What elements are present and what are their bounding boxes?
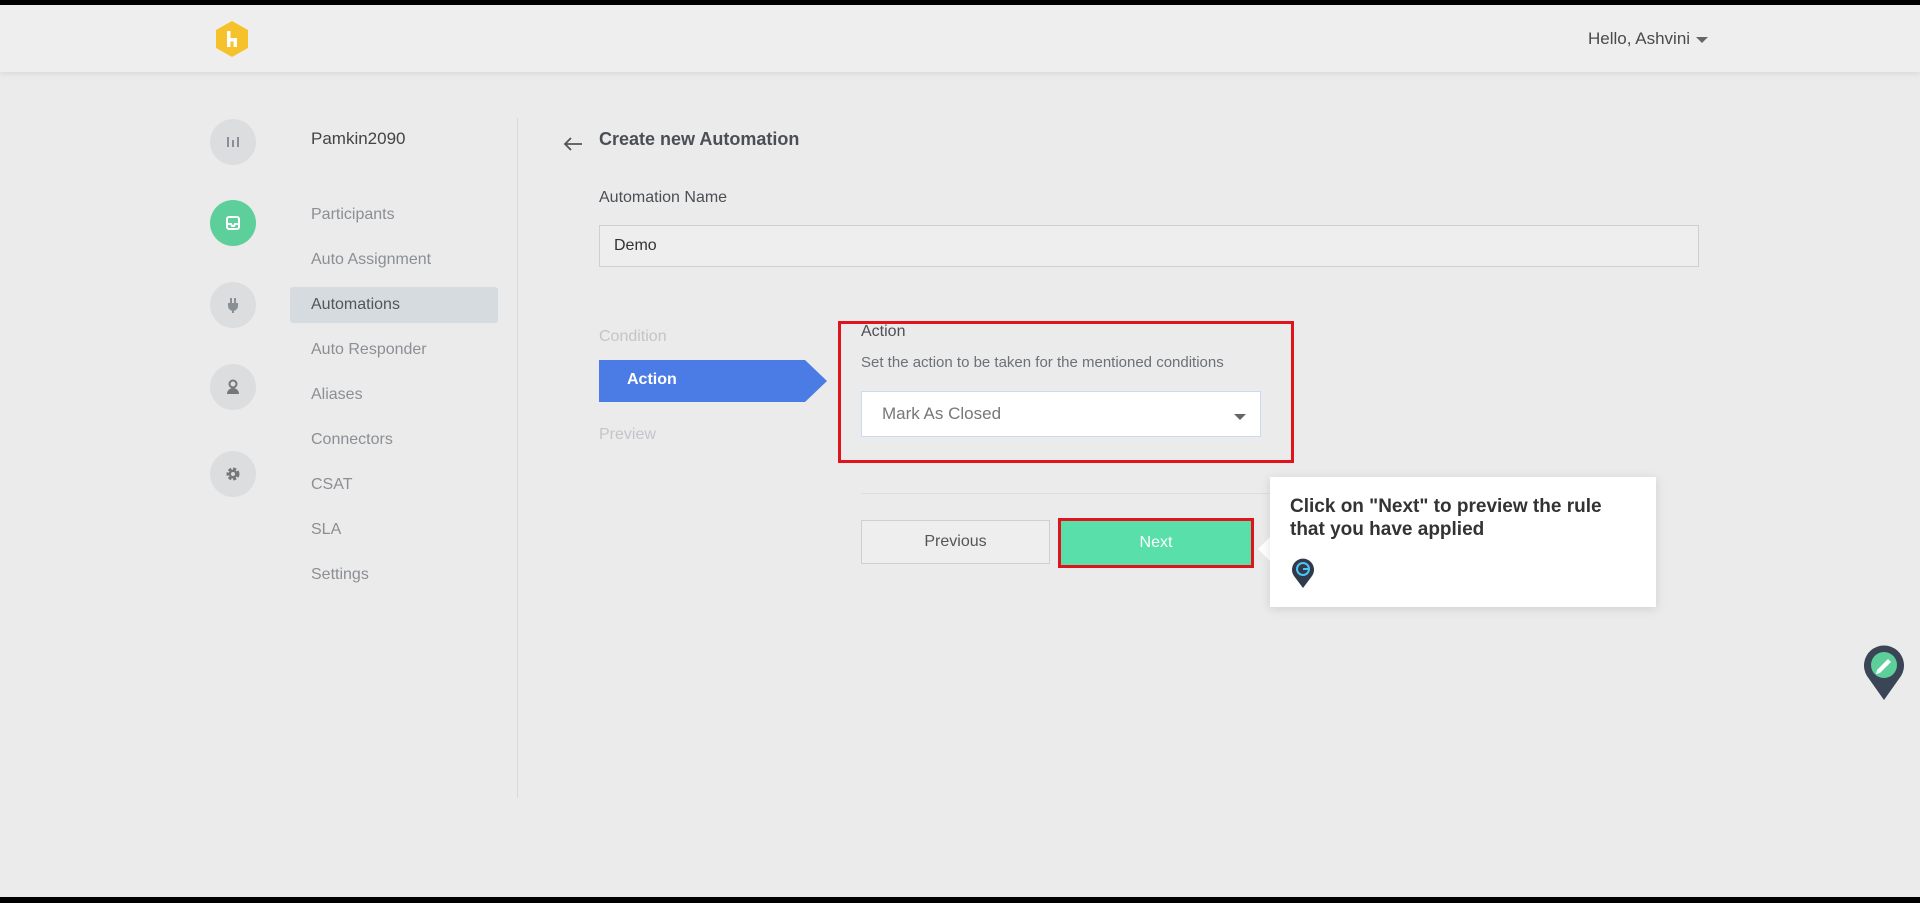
rail-integrations[interactable] [210, 282, 256, 328]
guide-tooltip: Click on "Next" to preview the rule that… [1270, 477, 1656, 607]
sidebar-item-connectors[interactable]: Connectors [290, 422, 498, 458]
action-select[interactable]: Mark As Closed [861, 391, 1261, 437]
tooltip-arrow [1258, 537, 1270, 561]
rail-analytics[interactable] [210, 119, 256, 165]
next-button[interactable]: Next [1061, 521, 1251, 565]
back-arrow-icon[interactable] [561, 132, 585, 156]
step-action-label: Action [627, 371, 677, 388]
chevron-down-icon [1234, 414, 1246, 420]
step-condition[interactable]: Condition [599, 328, 667, 346]
sidebar-item-auto-responder[interactable]: Auto Responder [290, 332, 498, 368]
action-select-value: Mark As Closed [882, 404, 1002, 423]
app-window: Hello, Ashvini Pamkin2090 Participants A… [0, 5, 1920, 897]
sidebar-item-auto-assignment[interactable]: Auto Assignment [290, 242, 498, 278]
guide-widget-pin-icon[interactable] [1862, 645, 1906, 701]
sidebar-item-automations[interactable]: Automations [290, 287, 498, 323]
step-action[interactable]: Action [599, 360, 827, 402]
automation-name-input[interactable] [599, 225, 1699, 267]
automation-name-label: Automation Name [599, 189, 728, 206]
chevron-down-icon [1696, 37, 1709, 43]
step-preview[interactable]: Preview [599, 426, 656, 444]
guide-pin-icon [1292, 558, 1314, 588]
inbox-icon [226, 216, 240, 230]
sidebar-divider [517, 118, 518, 798]
workspace-name: Pamkin2090 [311, 129, 406, 148]
rail-settings[interactable] [210, 451, 256, 497]
top-bar: Hello, Ashvini [0, 5, 1920, 72]
sidebar-item-sla[interactable]: SLA [290, 512, 498, 548]
brand-logo[interactable] [213, 20, 251, 58]
gear-icon [226, 467, 240, 481]
sidebar-item-csat[interactable]: CSAT [290, 467, 498, 503]
rail-users[interactable] [210, 364, 256, 410]
tooltip-text: Click on "Next" to preview the rule that… [1290, 496, 1602, 540]
user-icon [227, 379, 239, 394]
page-title: Create new Automation [599, 129, 800, 149]
bar-chart-icon [227, 137, 239, 147]
plug-icon [228, 298, 238, 313]
sidebar-item-participants[interactable]: Participants [290, 197, 498, 233]
user-menu[interactable]: Hello, Ashvini [1588, 29, 1709, 49]
action-description: Set the action to be taken for the menti… [861, 354, 1224, 371]
sidebar-item-aliases[interactable]: Aliases [290, 377, 498, 413]
action-title: Action [861, 323, 906, 340]
rail-inbox[interactable] [210, 200, 256, 246]
sidebar-item-settings[interactable]: Settings [290, 557, 498, 593]
previous-button[interactable]: Previous [861, 520, 1050, 564]
user-greeting: Hello, Ashvini [1588, 29, 1691, 48]
